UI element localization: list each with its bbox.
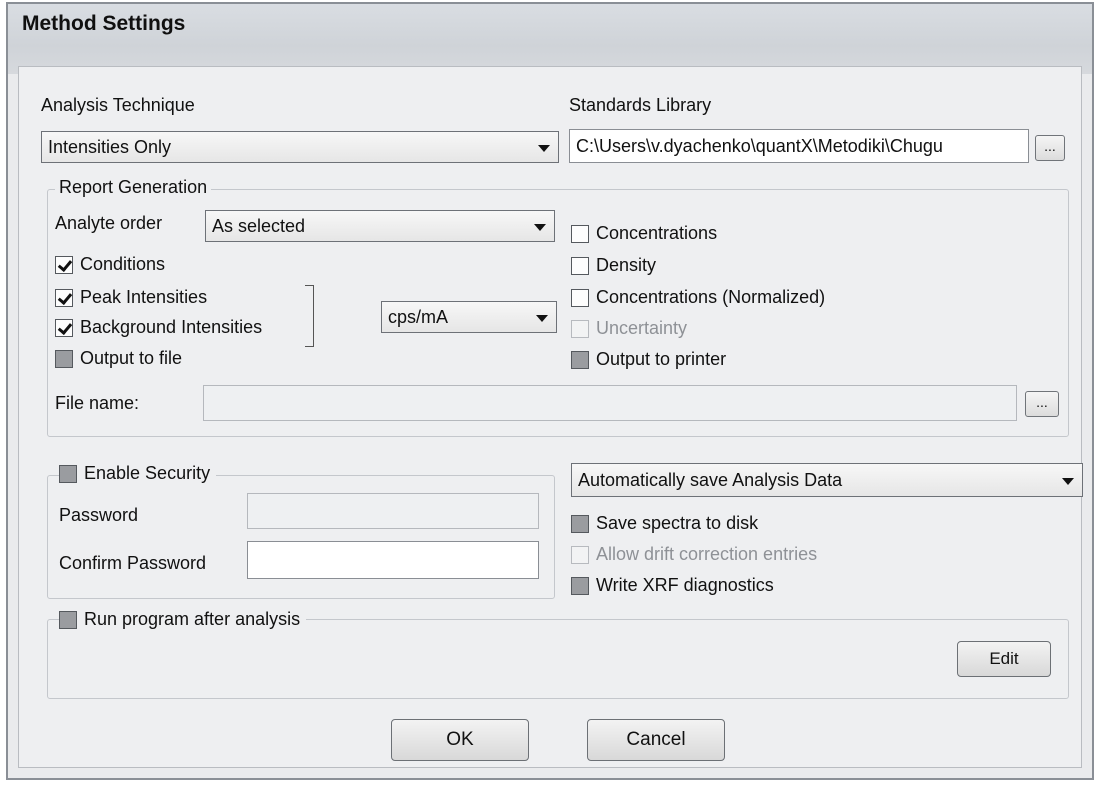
standards-library-browse-button[interactable]: ...: [1035, 135, 1065, 161]
conditions-label: Conditions: [80, 254, 166, 274]
write-xrf-diagnostics-checkbox[interactable]: Write XRF diagnostics: [571, 575, 774, 596]
output-to-printer-label: Output to printer: [596, 349, 727, 369]
password-label: Password: [59, 505, 139, 525]
checkbox-indeterminate-icon: [59, 464, 77, 483]
analyte-order-value: As selected: [212, 216, 306, 236]
checkbox-unchecked-icon: [571, 256, 589, 275]
output-to-file-label: Output to file: [80, 348, 183, 368]
ok-button[interactable]: OK: [391, 719, 529, 761]
checkbox-indeterminate-icon: [59, 610, 77, 629]
standards-library-label: Standards Library: [569, 95, 712, 115]
report-generation-title: Report Generation: [55, 177, 212, 198]
allow-drift-correction-checkbox: Allow drift correction entries: [571, 544, 817, 565]
checkbox-disabled-icon: [571, 319, 589, 338]
checkbox-indeterminate-icon: [571, 576, 589, 595]
uncertainty-label: Uncertainty: [596, 318, 688, 338]
chevron-down-icon: [538, 145, 550, 152]
run-program-group: [47, 619, 1069, 699]
cancel-button-label: Cancel: [626, 729, 686, 750]
conditions-checkbox[interactable]: Conditions: [55, 254, 165, 275]
checkbox-unchecked-icon: [571, 288, 589, 307]
analyte-order-label: Analyte order: [55, 213, 163, 233]
checkbox-indeterminate-icon: [55, 349, 73, 368]
standards-library-path-input[interactable]: C:\Users\v.dyachenko\quantX\Metodiki\Chu…: [569, 129, 1029, 163]
edit-button-label: Edit: [989, 649, 1019, 668]
password-input[interactable]: [247, 493, 539, 529]
file-name-browse-button[interactable]: ...: [1025, 391, 1059, 417]
checkbox-checked-icon: [55, 255, 73, 274]
run-program-label: Run program after analysis: [84, 609, 301, 629]
cancel-button[interactable]: Cancel: [587, 719, 725, 761]
run-program-checkbox[interactable]: Run program after analysis: [59, 609, 307, 630]
chevron-down-icon: [534, 224, 546, 231]
ok-button-label: OK: [446, 729, 474, 750]
dialog-client-area: Analysis Technique Intensities Only Stan…: [18, 66, 1083, 768]
concentrations-checkbox[interactable]: Concentrations: [571, 223, 717, 244]
enable-security-checkbox[interactable]: Enable Security: [59, 463, 217, 484]
confirm-password-label: Confirm Password: [59, 553, 207, 573]
save-analysis-data-select[interactable]: Automatically save Analysis Data: [571, 463, 1083, 497]
density-checkbox[interactable]: Density: [571, 255, 656, 276]
allow-drift-correction-label: Allow drift correction entries: [596, 544, 818, 564]
window-title: Method Settings: [22, 12, 186, 35]
write-xrf-diagnostics-label: Write XRF diagnostics: [596, 575, 774, 595]
output-to-file-checkbox[interactable]: Output to file: [55, 348, 182, 369]
analysis-technique-value: Intensities Only: [48, 137, 172, 157]
enable-security-label: Enable Security: [84, 463, 211, 483]
intensities-bracket: [305, 285, 314, 347]
output-to-printer-checkbox[interactable]: Output to printer: [571, 349, 726, 370]
edit-button[interactable]: Edit: [957, 641, 1051, 677]
save-analysis-data-value: Automatically save Analysis Data: [578, 470, 843, 490]
checkbox-indeterminate-icon: [571, 350, 589, 369]
chevron-down-icon: [1062, 478, 1074, 485]
analysis-technique-label: Analysis Technique: [41, 95, 195, 115]
uncertainty-checkbox: Uncertainty: [571, 318, 687, 339]
intensity-units-select[interactable]: cps/mA: [381, 301, 557, 333]
intensity-units-value: cps/mA: [388, 307, 449, 327]
file-name-label: File name:: [55, 393, 140, 413]
background-intensities-label: Background Intensities: [80, 317, 263, 337]
density-label: Density: [596, 255, 657, 275]
checkbox-checked-icon: [55, 288, 73, 307]
file-name-input[interactable]: [203, 385, 1017, 421]
method-settings-dialog: Method Settings Analysis Technique Inten…: [6, 2, 1094, 780]
peak-intensities-label: Peak Intensities: [80, 287, 208, 307]
concentrations-normalized-label: Concentrations (Normalized): [596, 287, 826, 307]
ellipsis-icon: ...: [1044, 138, 1056, 154]
analysis-technique-select[interactable]: Intensities Only: [41, 131, 559, 163]
background-intensities-checkbox[interactable]: Background Intensities: [55, 317, 262, 338]
analyte-order-select[interactable]: As selected: [205, 210, 555, 242]
save-spectra-checkbox[interactable]: Save spectra to disk: [571, 513, 758, 534]
confirm-password-input[interactable]: [247, 541, 539, 579]
save-spectra-label: Save spectra to disk: [596, 513, 759, 533]
concentrations-label: Concentrations: [596, 223, 718, 243]
checkbox-checked-icon: [55, 318, 73, 337]
chevron-down-icon: [536, 315, 548, 322]
title-bar[interactable]: Method Settings: [8, 4, 1092, 74]
standards-library-path: C:\Users\v.dyachenko\quantX\Metodiki\Chu…: [576, 136, 943, 156]
peak-intensities-checkbox[interactable]: Peak Intensities: [55, 287, 207, 308]
checkbox-indeterminate-icon: [571, 514, 589, 533]
ellipsis-icon: ...: [1036, 394, 1048, 410]
checkbox-disabled-icon: [571, 545, 589, 564]
concentrations-normalized-checkbox[interactable]: Concentrations (Normalized): [571, 287, 825, 308]
checkbox-unchecked-icon: [571, 224, 589, 243]
